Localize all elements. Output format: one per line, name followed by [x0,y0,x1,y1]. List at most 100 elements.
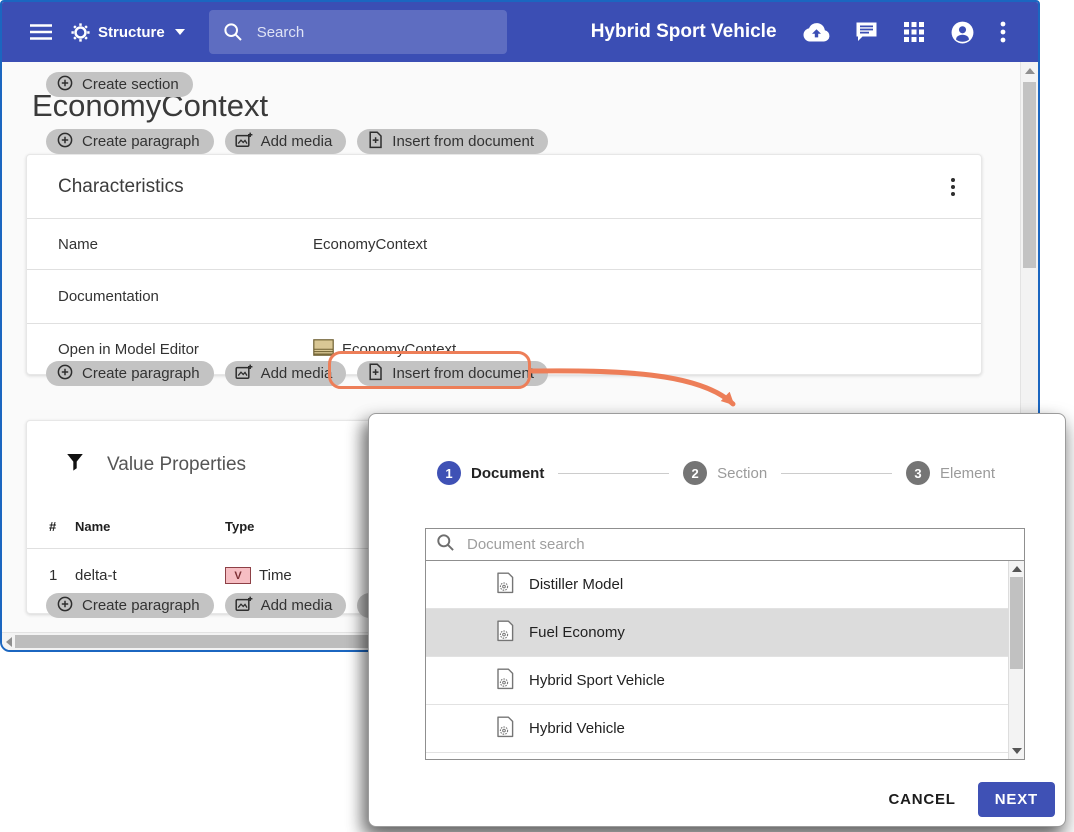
insert-from-document-label: Insert from document [392,365,534,382]
document-search-input[interactable] [465,535,1005,554]
create-paragraph-chip[interactable]: Create paragraph [46,593,214,618]
doc-plus-icon [367,363,384,385]
insert-from-document-label: Insert from document [392,133,534,150]
paragraph-chips-row-middle: Create paragraph Add media Insert from d… [46,361,548,386]
section-chips-row: Create section [46,72,193,97]
document-name: Fuel Economy [529,624,625,641]
list-item-hybrid-vehicle[interactable]: Hybrid Vehicle [426,705,1009,753]
structure-nav-dropdown[interactable]: Structure [70,22,185,43]
cancel-button[interactable]: CANCEL [874,783,969,816]
project-title: Hybrid Sport Vehicle [591,21,777,43]
property-row-documentation: Documentation [27,270,981,324]
column-name: Name [75,519,225,534]
dialog-actions: CANCEL NEXT [874,782,1055,817]
hamburger-menu-button[interactable] [30,24,52,40]
create-section-label: Create section [82,76,179,93]
create-paragraph-chip[interactable]: Create paragraph [46,361,214,386]
list-item-fuel-economy[interactable]: Fuel Economy [426,609,1009,657]
circle-plus-icon [56,131,74,153]
structure-nav-label: Structure [98,24,165,41]
scroll-down-arrow-icon[interactable] [1012,748,1022,754]
scroll-up-arrow-icon[interactable] [1012,566,1022,572]
apps-grid-button[interactable] [903,21,925,43]
step-3-circle: 3 [906,461,930,485]
stepper-connector [781,473,892,474]
property-row-name: Name EconomyContext [27,219,981,270]
cloud-upload-icon [803,21,830,43]
document-list: Distiller Model Fuel Economy Hybrid Spor… [425,560,1025,760]
characteristics-header: Characteristics [27,155,981,219]
image-plus-icon [235,596,253,616]
list-item-hybrid-sport-vehicle[interactable]: Hybrid Sport Vehicle [426,657,1009,705]
insert-from-document-chip-highlighted[interactable]: Insert from document [357,361,548,386]
add-media-chip[interactable]: Add media [225,361,347,386]
search-input[interactable] [255,23,475,42]
name-value[interactable]: EconomyContext [313,236,427,253]
step-1-circle: 1 [437,461,461,485]
search-icon [223,22,243,42]
model-document-icon [496,716,515,742]
account-icon [950,20,975,45]
model-editor-value[interactable]: EconomyContext [342,341,456,358]
comments-button[interactable] [855,21,878,43]
model-block-icon [313,339,334,360]
document-name: Distiller Model [529,576,623,593]
document-search-field[interactable] [425,528,1025,561]
create-section-chip[interactable]: Create section [46,72,193,97]
step-element[interactable]: 3 Element [906,461,995,485]
insert-from-document-dialog: 1 Document 2 Section 3 Element Distiller… [368,413,1066,827]
comment-icon [855,21,878,43]
doc-plus-icon [367,131,384,153]
step-1-label: Document [471,465,544,482]
model-editor-link[interactable]: EconomyContext [313,339,456,360]
stepper-connector [558,473,669,474]
row-type-cell: V Time [225,567,292,584]
model-document-icon [496,668,515,694]
list-scrollbar[interactable] [1008,561,1024,759]
step-section[interactable]: 2 Section [683,461,767,485]
step-document[interactable]: 1 Document [437,461,544,485]
add-media-label: Add media [261,597,333,614]
document-name: Hybrid Vehicle [529,720,625,737]
scroll-up-arrow-icon[interactable] [1025,68,1035,74]
column-type: Type [225,519,254,534]
step-2-circle: 2 [683,461,707,485]
step-2-label: Section [717,465,767,482]
add-media-chip[interactable]: Add media [225,593,347,618]
kebab-menu-icon [951,178,955,182]
circle-plus-icon [56,595,74,617]
create-paragraph-chip[interactable]: Create paragraph [46,129,214,154]
kebab-menu-icon [1000,21,1006,43]
caret-down-icon [175,29,185,35]
cloud-upload-button[interactable] [803,21,830,43]
characteristics-card: Characteristics Name EconomyContext Docu… [26,154,982,375]
next-button[interactable]: NEXT [978,782,1055,817]
dialog-stepper: 1 Document 2 Section 3 Element [437,461,995,485]
model-document-icon [496,572,515,598]
list-item-distiller-model[interactable]: Distiller Model [426,561,1009,609]
add-media-label: Add media [261,365,333,382]
appbar-kebab-button[interactable] [1000,21,1006,43]
paragraph-chips-row-top: Create paragraph Add media Insert from d… [46,129,548,154]
add-media-chip[interactable]: Add media [225,129,347,154]
step-3-label: Element [940,465,995,482]
row-name: delta-t [75,567,225,584]
documentation-label: Documentation [58,288,313,305]
insert-from-document-chip[interactable]: Insert from document [357,129,548,154]
appbar-actions [803,20,1006,45]
hamburger-icon [30,24,52,40]
characteristics-title: Characteristics [58,176,184,198]
search-icon [436,533,455,557]
filter-funnel-icon[interactable] [66,453,84,477]
scroll-left-arrow-icon[interactable] [6,637,12,647]
list-scrollbar-thumb[interactable] [1010,577,1023,669]
appbar-search[interactable] [209,10,507,54]
circle-plus-icon [56,363,74,385]
vertical-scrollbar-thumb[interactable] [1023,82,1036,268]
column-num: # [49,519,75,534]
characteristics-kebab-button[interactable] [947,174,959,200]
create-paragraph-label: Create paragraph [82,133,200,150]
account-button[interactable] [950,20,975,45]
gear-icon [70,22,91,43]
name-label: Name [58,236,313,253]
